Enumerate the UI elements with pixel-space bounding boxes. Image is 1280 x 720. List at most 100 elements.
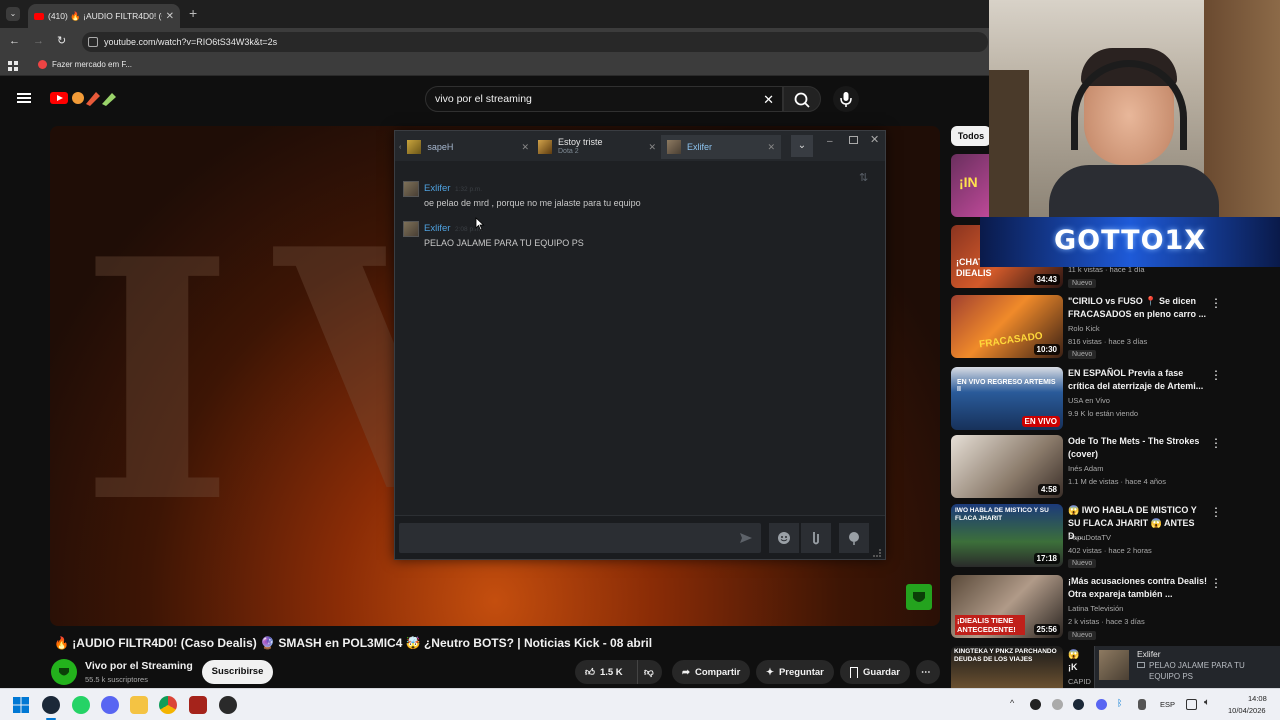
back-arrow-icon[interactable]: ← — [9, 35, 20, 47]
send-icon[interactable] — [739, 531, 753, 545]
video-thumbnail[interactable]: EN VIVO REGRESO ARTEMIS II EN VIVO — [951, 367, 1063, 430]
tray-overflow-icon[interactable]: ^ — [1010, 698, 1014, 708]
message-input[interactable] — [399, 523, 761, 553]
video-title[interactable]: "CIRILO vs FUSO 📍 Se dicen FRACASADOS en… — [1068, 295, 1208, 321]
whatsapp-taskbar-icon[interactable] — [72, 696, 90, 714]
video-title[interactable]: EN ESPAÑOL Previa a fase crítica del ate… — [1068, 367, 1208, 393]
network-icon[interactable] — [1186, 699, 1197, 710]
discord-taskbar-icon[interactable] — [101, 696, 119, 714]
thumbs-up-icon: 👍︎ — [585, 667, 595, 678]
subscribe-button[interactable]: Suscribirse — [202, 660, 273, 684]
minimize-icon[interactable]: – — [827, 136, 833, 147]
video-duration: 4:58 — [1037, 484, 1060, 495]
attach-button[interactable] — [801, 523, 831, 553]
new-tab-button[interactable]: + — [189, 6, 197, 20]
resize-grip-icon[interactable] — [873, 549, 881, 557]
channel-name[interactable]: Latina Televisión — [1068, 604, 1123, 613]
chat-tabs-dropdown-button[interactable]: ⌄ — [791, 135, 813, 157]
bluetooth-icon[interactable]: ᛒ — [1117, 698, 1122, 708]
clear-search-icon[interactable]: ✕ — [763, 92, 774, 108]
tray-app-icon[interactable] — [1073, 699, 1084, 710]
video-duration: 10:30 — [1033, 344, 1060, 355]
notification-avatar — [1099, 650, 1129, 680]
file-explorer-taskbar-icon[interactable] — [130, 696, 148, 714]
video-title[interactable]: ¡Más acusaciones contra Dealis! Otra exp… — [1068, 575, 1208, 601]
tray-app-icon[interactable] — [1138, 699, 1146, 710]
kick-logo-icon[interactable] — [906, 584, 932, 610]
more-options-icon[interactable]: ⋮ — [1210, 436, 1222, 450]
channel-name[interactable]: USA en Vivo — [1068, 396, 1110, 405]
steam-taskbar-icon[interactable] — [42, 696, 60, 714]
volume-icon[interactable]: 🔈︎ — [1204, 697, 1210, 708]
chat-tab-active[interactable]: Exlifer ✕ — [661, 135, 781, 159]
filter-chip-all[interactable]: Todos — [951, 126, 991, 146]
dota2-taskbar-icon[interactable] — [189, 696, 207, 714]
forward-arrow-icon[interactable]: → — [33, 35, 44, 47]
more-options-icon[interactable]: ⋮ — [1210, 505, 1222, 519]
tab-scroll-left-icon[interactable]: ‹ — [399, 144, 401, 151]
windows-start-icon[interactable] — [12, 696, 30, 714]
more-actions-button[interactable]: ⋯ — [916, 660, 940, 684]
video-thumbnail[interactable]: FRACASADO 10:30 — [951, 295, 1063, 358]
steam-notification-toast[interactable]: Exlifer PELAO JALAME PARA TU EQUIPO PS — [1094, 646, 1280, 688]
search-button[interactable] — [783, 86, 821, 112]
tray-app-icon[interactable] — [1030, 699, 1041, 710]
chat-tab-close-icon[interactable]: ✕ — [648, 142, 656, 153]
channel-avatar[interactable] — [51, 659, 77, 685]
more-options-icon[interactable]: ⋮ — [1210, 296, 1222, 310]
channel-name[interactable]: CAPID — [1068, 677, 1091, 686]
video-thumbnail[interactable]: IWO HABLA DE MISTICO Y SU FLACA JHARIT 1… — [951, 504, 1063, 567]
video-thumbnail[interactable]: 4:58 — [951, 435, 1063, 498]
close-window-icon[interactable]: ✕ — [870, 133, 879, 146]
channel-name[interactable]: Inés Adam — [1068, 464, 1103, 473]
tray-app-icon[interactable] — [1096, 699, 1107, 710]
obs-taskbar-icon[interactable] — [219, 696, 237, 714]
hamburger-menu-icon[interactable] — [17, 93, 31, 103]
chat-tab[interactable]: Estoy triste Dota 2 ✕ — [538, 135, 656, 159]
channel-name[interactable]: Rolo Kick — [1068, 324, 1100, 333]
tab-youtube-video[interactable]: (410) 🔥 ¡AUDIO FILTR4D0! (Ca ✕ — [28, 4, 180, 28]
address-bar[interactable]: youtube.com/watch?v=RIO6tS34W3k&t=2s — [82, 32, 988, 52]
site-info-icon[interactable] — [88, 37, 98, 47]
video-duration: 17:18 — [1033, 553, 1060, 564]
input-language[interactable]: ESP — [1160, 700, 1175, 709]
steam-chat-window[interactable]: ‹ sapeH ✕ Estoy triste Dota 2 ✕ Exlifer … — [394, 130, 886, 560]
message-author[interactable]: Exlifer — [424, 183, 450, 194]
tray-app-icon[interactable] — [1052, 699, 1063, 710]
channel-name[interactable]: Vivo por el Streaming — [85, 660, 193, 672]
save-button[interactable]: Guardar — [840, 660, 910, 684]
chat-tab-close-icon[interactable]: ✕ — [521, 142, 529, 153]
chat-tab-close-icon[interactable]: ✕ — [767, 142, 775, 153]
add-friend-to-chat-icon[interactable]: ⇅ — [859, 171, 868, 184]
video-duration: 34:43 — [1033, 274, 1060, 285]
bookmark-item[interactable]: Fazer mercado em F... — [38, 60, 132, 69]
more-options-icon[interactable]: ⋮ — [1210, 368, 1222, 382]
chrome-taskbar-icon[interactable] — [159, 696, 177, 714]
chat-tab[interactable]: ‹ sapeH ✕ — [399, 135, 529, 159]
more-options-icon[interactable]: ⋮ — [1210, 576, 1222, 590]
search-input[interactable]: vivo por el streaming ✕ — [425, 86, 783, 112]
like-button[interactable]: 👍︎ 1.5 K — [575, 660, 637, 684]
tab-close-icon[interactable]: ✕ — [166, 11, 174, 22]
ask-button[interactable]: ✦ Preguntar — [756, 660, 834, 684]
clock-time[interactable]: 14:08 — [1248, 694, 1267, 703]
message-avatar — [403, 181, 419, 197]
clock-date[interactable]: 10/04/2026 — [1228, 706, 1266, 715]
reload-icon[interactable]: ↻ — [57, 34, 66, 47]
video-thumbnail[interactable]: KINGTEKA Y PNKZ PARCHANDO DEUDAS DE LOS … — [951, 646, 1063, 688]
video-thumbnail[interactable]: ¡DIEALIS TIENE ANTECEDENTE! 25:56 — [951, 575, 1063, 638]
voice-chat-button[interactable] — [839, 523, 869, 553]
share-button[interactable]: ➦ Compartir — [672, 660, 751, 684]
maximize-icon[interactable] — [849, 136, 858, 144]
channel-name[interactable]: PapuDotaTV — [1068, 533, 1111, 542]
emoticon-button[interactable] — [769, 523, 799, 553]
message-author[interactable]: Exlifer — [424, 223, 450, 234]
dislike-button[interactable]: 👎︎ — [637, 660, 662, 684]
video-title[interactable]: 😱 ¡K PARC — [1068, 648, 1090, 674]
voice-search-button[interactable] — [833, 86, 859, 112]
tab-list-chevron-icon[interactable]: ⌄ — [6, 7, 20, 21]
youtube-logo-icon[interactable] — [50, 92, 68, 104]
video-meta: 2 k vistas · hace 3 días — [1068, 617, 1145, 626]
video-title[interactable]: Ode To The Mets - The Strokes (cover) — [1068, 435, 1208, 461]
apps-grid-icon[interactable] — [8, 61, 18, 71]
